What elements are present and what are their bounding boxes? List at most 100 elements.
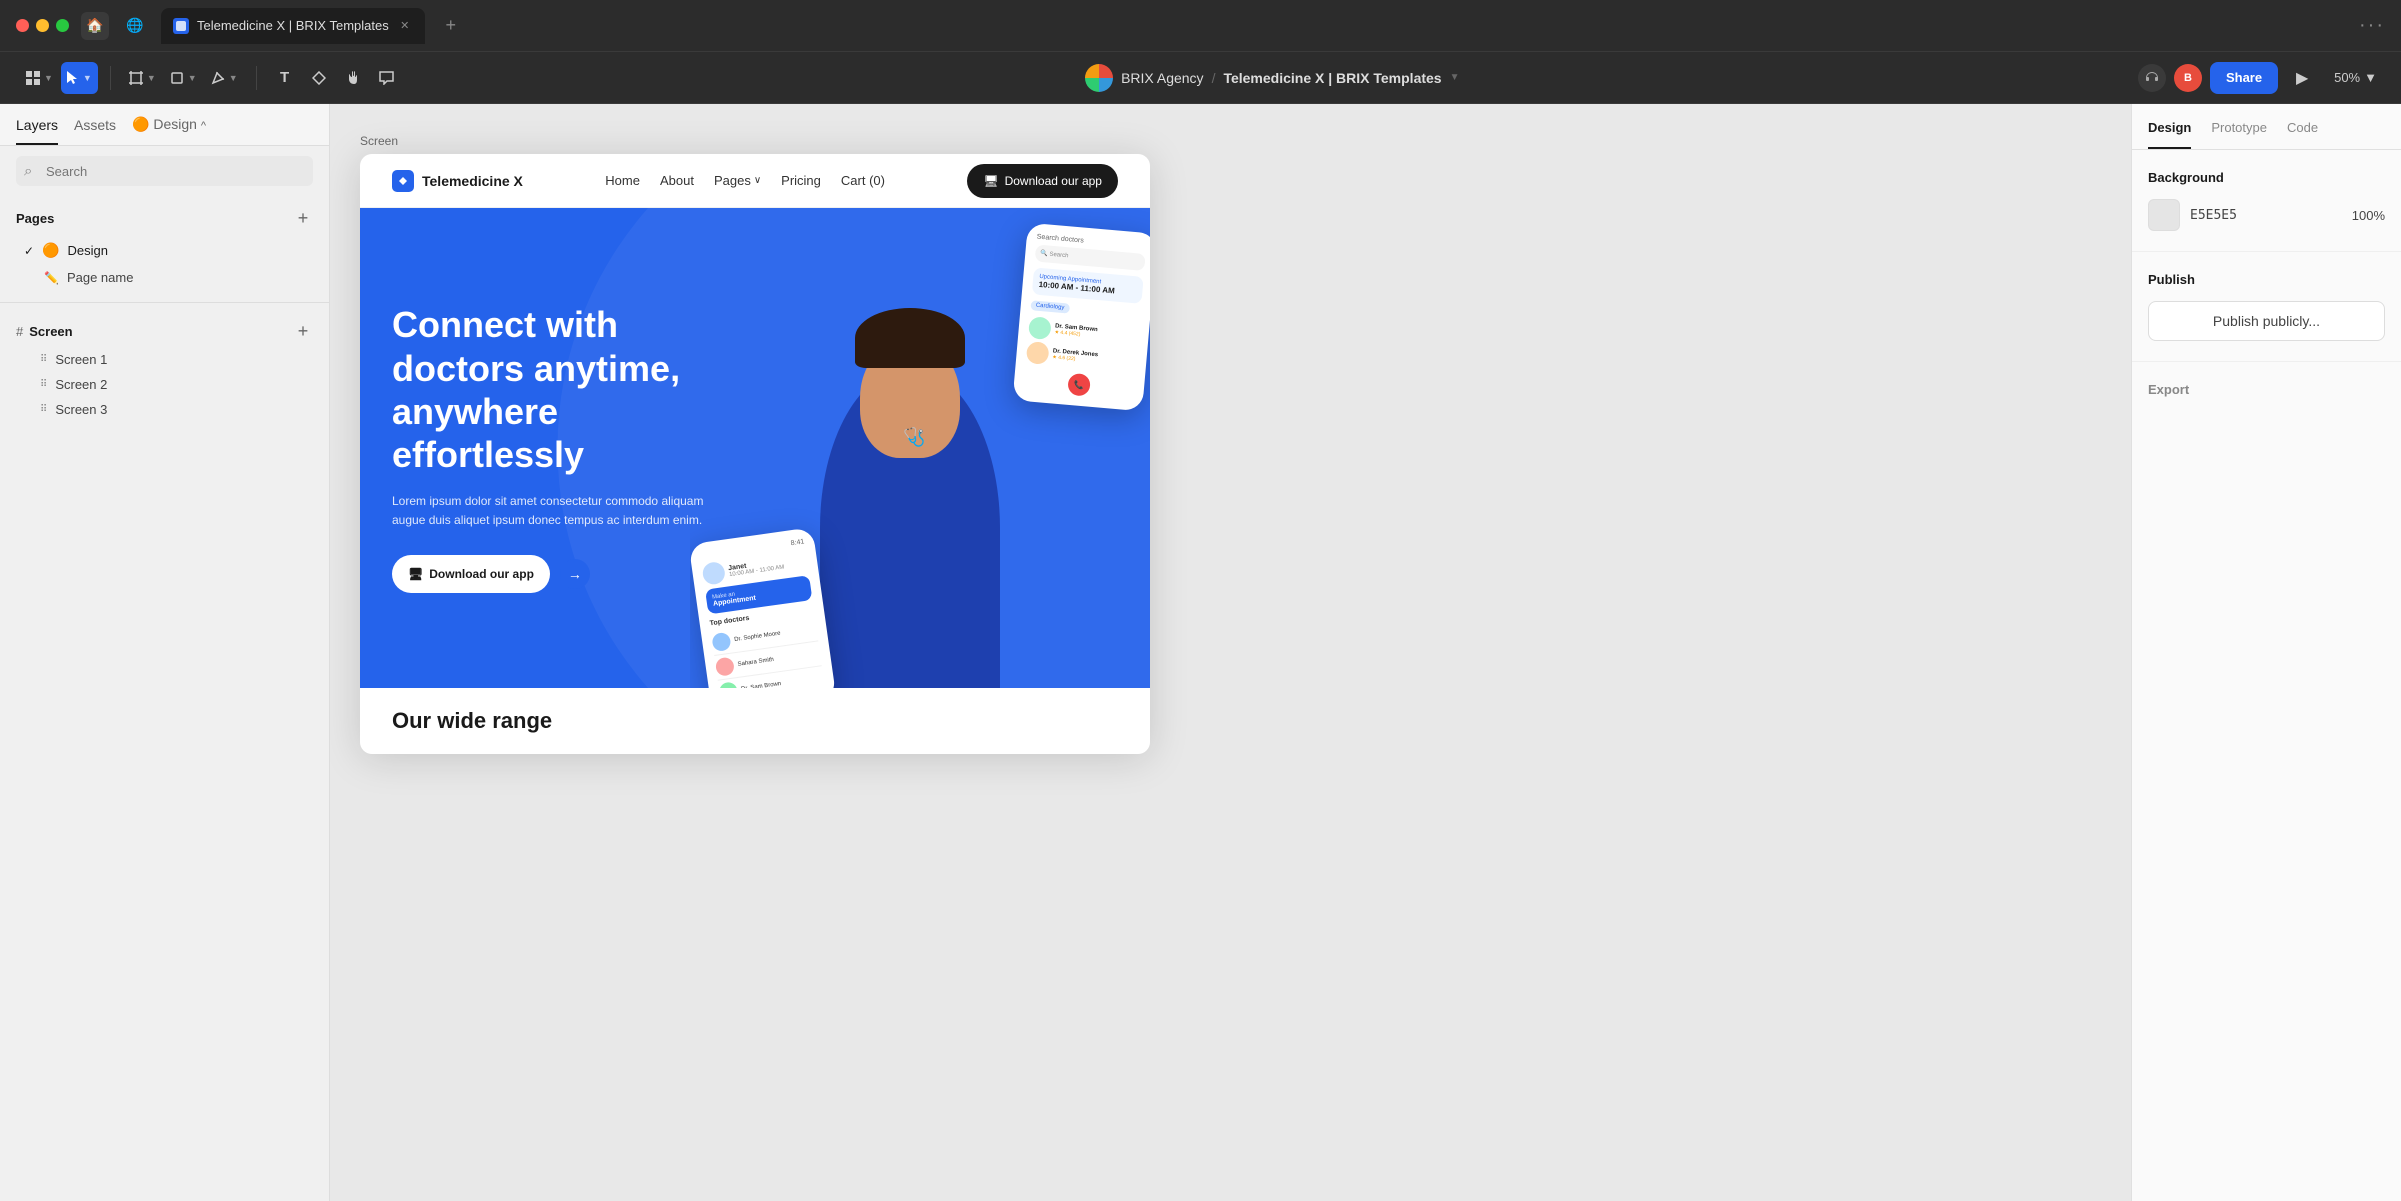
add-page-button[interactable]: + [293, 208, 313, 228]
pages-section-title: Pages [16, 211, 54, 226]
minimize-traffic-light[interactable] [36, 19, 49, 32]
screen-section-title: Screen [29, 324, 72, 339]
site-nav: Home About Pages ∨ Pricing Cart (0) [605, 173, 885, 188]
publish-title: Publish [2148, 272, 2385, 287]
call-end-icon[interactable]: 📞 [1067, 373, 1091, 397]
tools-group-frame: ▼ ▼ ▼ [119, 62, 248, 94]
background-color-swatch[interactable] [2148, 199, 2180, 231]
zoom-level: 50% [2334, 70, 2360, 85]
below-hero-section: Our wide range [360, 688, 1150, 754]
panel-divider [0, 302, 329, 303]
add-screen-button[interactable]: + [293, 321, 313, 341]
globe-button[interactable]: 🌐 [121, 12, 149, 40]
components-tool[interactable] [303, 62, 335, 94]
tab-close-button[interactable]: ✕ [397, 18, 413, 34]
screen-1-drag-icon: ⠿ [40, 354, 47, 365]
zoom-chevron-icon: ▼ [2364, 70, 2377, 85]
screen-section-header: # Screen + [16, 315, 313, 347]
right-tab-prototype[interactable]: Prototype [2211, 120, 2267, 149]
hero-download-button[interactable]: 🖥 Download our app [392, 555, 550, 593]
background-hex-value[interactable]: E5E5E5 [2190, 208, 2237, 223]
breadcrumb-file-title[interactable]: Telemedicine X | BRIX Templates [1223, 70, 1441, 86]
home-button[interactable]: 🏠 [81, 12, 109, 40]
phone-mockup-left: 8:41 Janet 10:00 AM - 11:00 AM [690, 527, 836, 688]
publish-section: Publish Publish publicly... [2132, 252, 2401, 362]
play-button[interactable]: ▶ [2286, 62, 2318, 94]
tab-layers[interactable]: Layers [16, 117, 58, 145]
grid-tool[interactable]: ▼ [20, 62, 59, 94]
text-tool-label: T [280, 69, 289, 86]
screen-3-label: Screen 3 [55, 402, 107, 417]
hero-description: Lorem ipsum dolor sit amet consectetur c… [392, 492, 732, 530]
nav-home[interactable]: Home [605, 173, 640, 188]
main-layout: Layers Assets 🟠 Design ^ Pages + ✓ 🟠 Des… [0, 104, 2401, 1201]
frame-label: Screen [360, 134, 2101, 148]
site-cta-label: Download our app [1005, 174, 1102, 188]
hero-btn-label: Download our app [429, 567, 534, 581]
pages-section-header: Pages + [16, 208, 313, 228]
screen-item-2[interactable]: ⠿ Screen 2 [16, 372, 313, 397]
publish-button[interactable]: Publish publicly... [2148, 301, 2385, 341]
browser-top-bar-right: ··· [2359, 14, 2385, 37]
tab-favicon [173, 18, 189, 34]
screen-title-row[interactable]: # Screen [16, 324, 73, 339]
background-opacity-value[interactable]: 100% [2352, 208, 2385, 223]
nav-pricing[interactable]: Pricing [781, 173, 821, 188]
text-tool[interactable]: T [269, 62, 301, 94]
zoom-control[interactable]: 50% ▼ [2326, 62, 2385, 94]
tools-group-text: T [265, 62, 407, 94]
figma-frame-telemedicine: Telemedicine X Home About Pages ∨ Pricin… [360, 154, 1150, 754]
maximize-traffic-light[interactable] [56, 19, 69, 32]
hand-tool[interactable] [337, 62, 369, 94]
user-avatar[interactable]: B [2174, 64, 2202, 92]
monitor-icon: 🖥 [983, 174, 998, 188]
site-cta-button[interactable]: 🖥 Download our app [967, 164, 1118, 198]
share-button[interactable]: Share [2210, 62, 2278, 94]
tab-title: Telemedicine X | BRIX Templates [197, 18, 389, 33]
close-traffic-light[interactable] [16, 19, 29, 32]
toolbar-right: B Share ▶ 50% ▼ [2138, 62, 2385, 94]
frame-tool[interactable]: ▼ [123, 62, 162, 94]
nav-pages[interactable]: Pages ∨ [714, 173, 761, 188]
right-tab-design[interactable]: Design [2148, 120, 2191, 149]
breadcrumb-chevron-icon[interactable]: ▼ [1450, 72, 1460, 83]
tab-design-page: 🟠 Design ^ [132, 116, 206, 145]
doctor-name-2: Sahara Smith [737, 657, 774, 668]
design-tab-label[interactable]: 🟠 Design [132, 116, 197, 132]
screen-3-drag-icon: ⠿ [40, 404, 47, 415]
new-tab-button[interactable]: + [437, 12, 465, 40]
right-panel: Design Prototype Code Background E5E5E5 … [2131, 104, 2401, 1201]
nav-cart[interactable]: Cart (0) [841, 173, 885, 188]
screen-item-3[interactable]: ⠿ Screen 3 [16, 397, 313, 422]
contact-avatar-1 [701, 561, 726, 586]
hero-content: Connect with doctors anytime, anywhere e… [392, 303, 732, 592]
screen-item-1[interactable]: ⠿ Screen 1 [16, 347, 313, 372]
export-section: Export [2132, 362, 2401, 417]
arrow-right-icon: → [568, 566, 582, 582]
tab-assets[interactable]: Assets [74, 117, 116, 145]
comment-tool[interactable] [371, 62, 403, 94]
breadcrumb-agency[interactable]: BRIX Agency [1121, 70, 1204, 86]
shape-tool[interactable]: ▼ [164, 62, 203, 94]
select-tool-chevron: ▼ [83, 73, 92, 83]
page-item-design[interactable]: ✓ 🟠 Design [16, 236, 313, 265]
breadcrumb-separator: / [1212, 70, 1216, 86]
below-title: Our wide range [392, 708, 1118, 734]
pen-tool[interactable]: ▼ [205, 62, 244, 94]
select-tool[interactable]: ▼ [61, 62, 98, 94]
browser-menu-button[interactable]: ··· [2359, 14, 2385, 37]
design-caret-icon: ^ [201, 120, 206, 132]
browser-tab[interactable]: Telemedicine X | BRIX Templates ✕ [161, 8, 425, 44]
right-tab-code[interactable]: Code [2287, 120, 2318, 149]
appointment-card-right: Upcoming Appointment 10:00 AM - 11:00 AM [1032, 267, 1144, 303]
search-input[interactable] [16, 156, 313, 186]
page-item-pagename[interactable]: ✏️ Page name [16, 265, 313, 290]
hero-arrow-button[interactable]: → [560, 559, 590, 589]
left-panel: Layers Assets 🟠 Design ^ Pages + ✓ 🟠 Des… [0, 104, 330, 1201]
breadcrumb: BRIX Agency / Telemedicine X | BRIX Temp… [1121, 70, 1459, 86]
collaboration-headphones-icon[interactable] [2138, 64, 2166, 92]
canvas-area[interactable]: Screen Telemedicine X Home About Pages ∨ [330, 104, 2131, 1201]
nav-about[interactable]: About [660, 173, 694, 188]
browser-top-bar: 🏠 🌐 Telemedicine X | BRIX Templates ✕ + … [0, 0, 2401, 52]
traffic-lights [16, 19, 69, 32]
